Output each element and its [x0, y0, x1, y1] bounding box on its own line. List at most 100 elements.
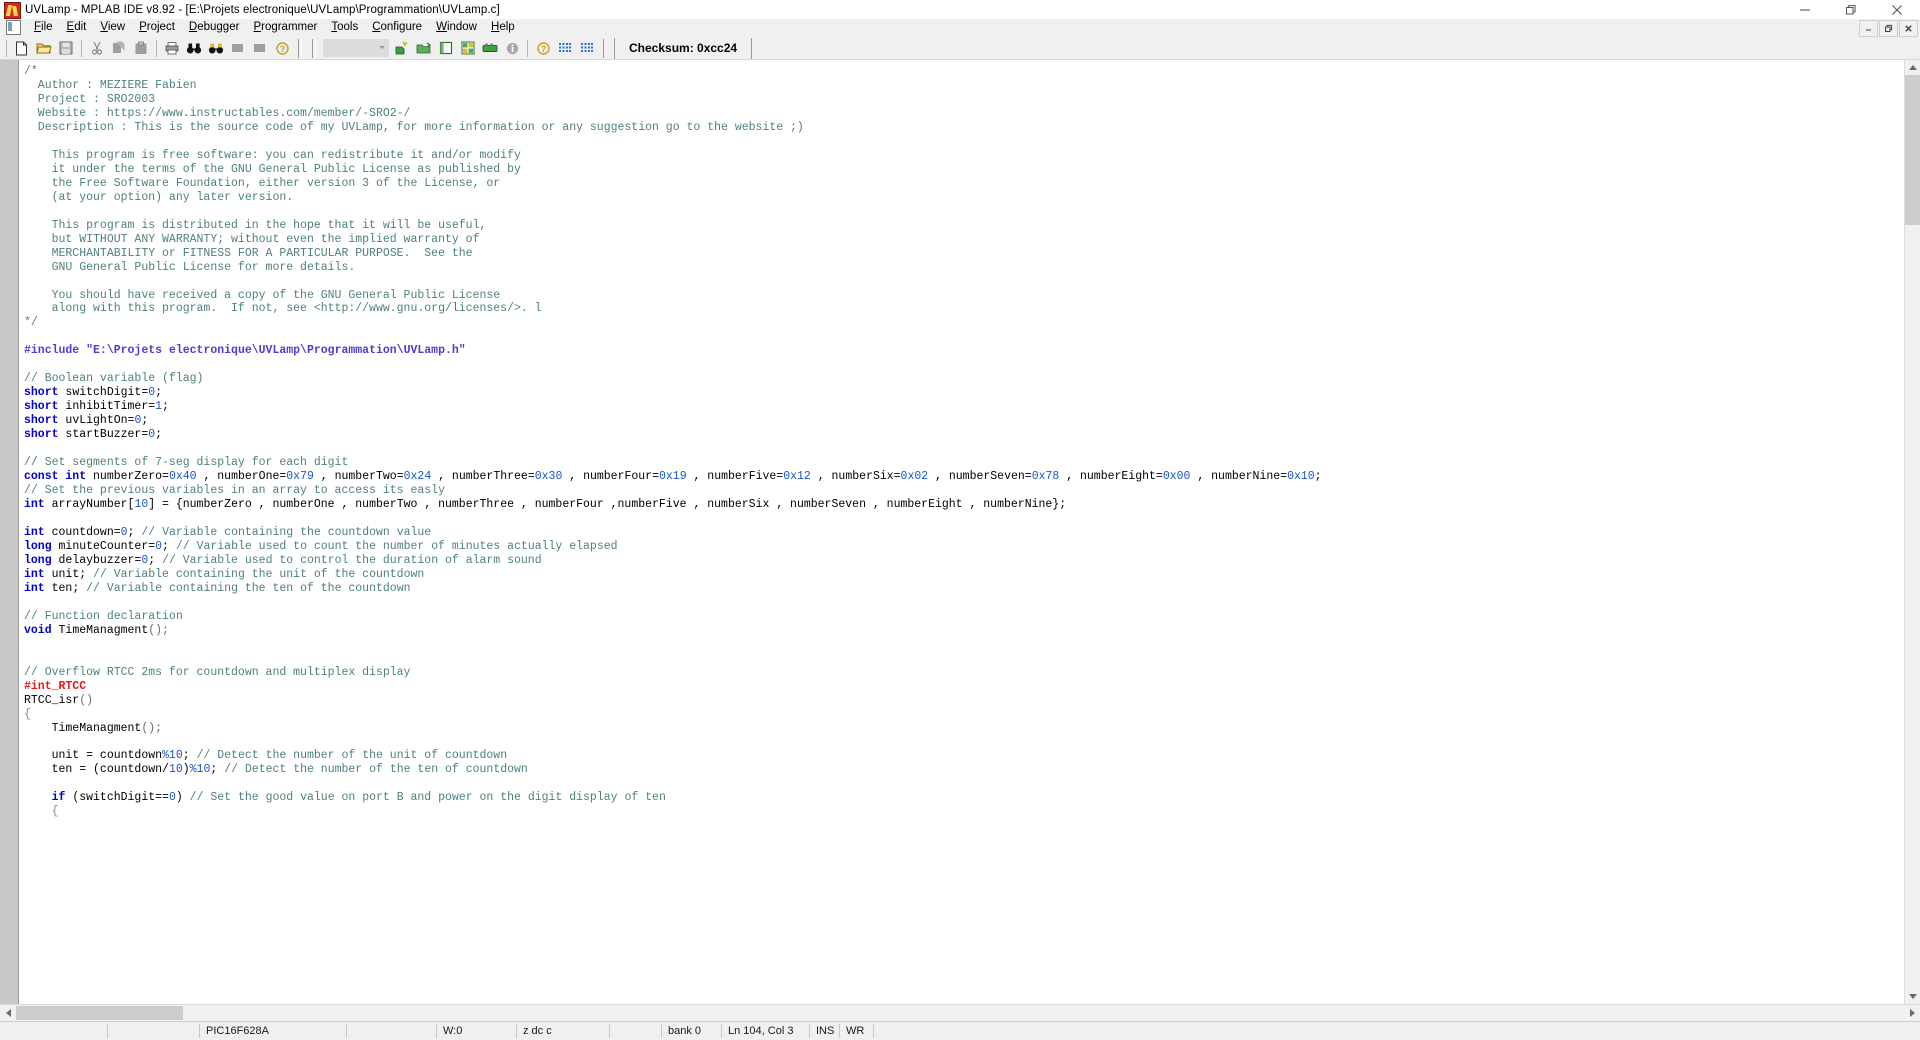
code-token: ) [182, 763, 190, 777]
scroll-left-icon[interactable] [0, 1005, 16, 1021]
code-token: // Variable containing the unit of the c… [93, 567, 425, 581]
minimize-icon[interactable] [1782, 0, 1828, 19]
code-token: ten = (countdown/ [24, 763, 169, 777]
find-icon[interactable] [183, 38, 205, 58]
cut-icon[interactable] [86, 38, 108, 58]
mdi-restore-icon[interactable] [1879, 20, 1898, 37]
code-token: int [24, 581, 45, 595]
code-text-area[interactable]: /* Author : MEZIERE Fabien Project : SRO… [19, 60, 1904, 1004]
code-token: minuteCounter= [51, 539, 156, 553]
code-token: 1 [155, 400, 163, 414]
checksum-icon[interactable] [554, 38, 576, 58]
save-file-icon[interactable] [55, 38, 77, 58]
code-token: (); [141, 721, 163, 735]
code-token: switchDigit= [58, 386, 149, 400]
code-token: // Boolean variable (flag) [24, 372, 204, 386]
build-options-icon[interactable] [435, 38, 457, 58]
document-icon[interactable] [6, 20, 21, 35]
print-icon[interactable] [161, 38, 183, 58]
vertical-scrollbar[interactable] [1904, 60, 1920, 1004]
redo-icon[interactable] [249, 38, 271, 58]
code-token: ) [175, 791, 190, 805]
close-icon[interactable] [1874, 0, 1920, 19]
menu-item-help[interactable]: Help [484, 20, 522, 35]
code-token: const int [24, 470, 87, 484]
menu-mnemonic: E [66, 21, 75, 33]
status-bar: PIC16F628A W:0 z dc c bank 0 Ln 104, Col 3 IN… [0, 1021, 1920, 1040]
code-token: int [24, 567, 45, 581]
code-token: // Set the previous variables in an arra… [24, 484, 445, 498]
menu-mnemonic: T [331, 21, 338, 33]
chevron-down-icon [379, 46, 385, 49]
program-target-icon[interactable] [479, 38, 501, 58]
toolbar: ? ? Checksum: 0xcc24 [0, 37, 1920, 60]
menu-item-file[interactable]: File [27, 20, 60, 35]
code-token: #int_RTCC [24, 679, 87, 693]
menu-item-programmer[interactable]: Programmer [246, 20, 324, 35]
horizontal-scroll-thumb[interactable] [16, 1006, 183, 1020]
quick-build-icon[interactable]: ? [532, 38, 554, 58]
menu-bar: File Edit View Project Debugger Programm… [0, 19, 1920, 37]
mdi-close-icon[interactable] [1899, 20, 1918, 37]
info-icon[interactable] [501, 38, 523, 58]
code-token: This program is free software: you can r… [24, 148, 521, 162]
menu-item-project[interactable]: Project [132, 20, 182, 35]
code-token: MERCHANTABILITY or FITNESS FOR A PARTICU… [24, 246, 473, 260]
code-token: 0 [155, 539, 163, 553]
menu-item-edit[interactable]: Edit [60, 20, 94, 35]
horizontal-scrollbar[interactable] [0, 1004, 1920, 1021]
code-token: ; [210, 763, 225, 777]
scroll-down-icon[interactable] [1905, 989, 1920, 1004]
open-folder-icon[interactable] [33, 38, 55, 58]
vertical-scroll-thumb[interactable] [1905, 75, 1920, 225]
code-token: 0 [168, 791, 176, 805]
code-token: , numberFive= [686, 470, 784, 484]
code-token: { [24, 707, 31, 721]
code-token: it under the terms of the GNU General Pu… [24, 162, 521, 176]
code-token: delaybuzzer= [51, 553, 142, 567]
help-context-icon[interactable]: ? [271, 38, 293, 58]
copy-icon[interactable] [108, 38, 130, 58]
menu-item-tools[interactable]: Tools [324, 20, 365, 35]
menu-item-debugger[interactable]: Debugger [182, 20, 247, 35]
code-token: countdown= [44, 525, 121, 539]
compile-single-icon[interactable] [457, 38, 479, 58]
build-all-icon[interactable] [391, 38, 413, 58]
menu-mnemonic: F [34, 21, 42, 33]
vertical-scroll-track[interactable] [1905, 75, 1920, 989]
device-combo[interactable] [323, 39, 389, 57]
mdi-minimize-icon[interactable] [1859, 20, 1878, 37]
editor-window: /* Author : MEZIERE Fabien Project : SRO… [0, 60, 1920, 1004]
source-code[interactable]: /* Author : MEZIERE Fabien Project : SRO… [24, 65, 1904, 819]
new-file-icon[interactable] [11, 38, 33, 58]
checksum-display: Checksum: 0xcc24 [614, 37, 753, 59]
toolbar-separator [81, 39, 82, 57]
menu-item-window[interactable]: Window [429, 20, 484, 35]
code-token: 10 [168, 763, 183, 777]
code-token: long [24, 539, 52, 553]
toolbar-group-separator [603, 38, 607, 58]
find-replace-icon[interactable] [205, 38, 227, 58]
restore-icon[interactable] [1828, 0, 1874, 19]
status-cell-device: PIC16F628A [200, 1024, 347, 1038]
svg-text:?: ? [279, 44, 285, 54]
scroll-right-icon[interactable] [1904, 1005, 1920, 1021]
menu-item-view[interactable]: View [93, 20, 132, 35]
watch-icon[interactable] [576, 38, 598, 58]
undo-icon[interactable] [227, 38, 249, 58]
title-bar: UVLamp - MPLAB IDE v8.92 - [E:\Projets e… [0, 0, 1920, 19]
code-token: , numberSeven= [928, 470, 1032, 484]
horizontal-scroll-track[interactable] [183, 1005, 1904, 1021]
make-project-icon[interactable] [413, 38, 435, 58]
code-token: ; [141, 414, 149, 428]
code-token: , numberSix= [810, 470, 901, 484]
scroll-up-icon[interactable] [1905, 60, 1920, 75]
code-token: uvLightOn= [58, 414, 135, 428]
code-token: short [24, 386, 59, 400]
paste-icon[interactable] [130, 38, 152, 58]
code-token: TimeManagment [24, 721, 142, 735]
code-token: This program is distributed in the hope … [24, 218, 487, 232]
code-token: 10 [134, 498, 149, 512]
menu-item-configure[interactable]: Configure [365, 20, 429, 35]
code-token: , numberFour= [562, 470, 659, 484]
